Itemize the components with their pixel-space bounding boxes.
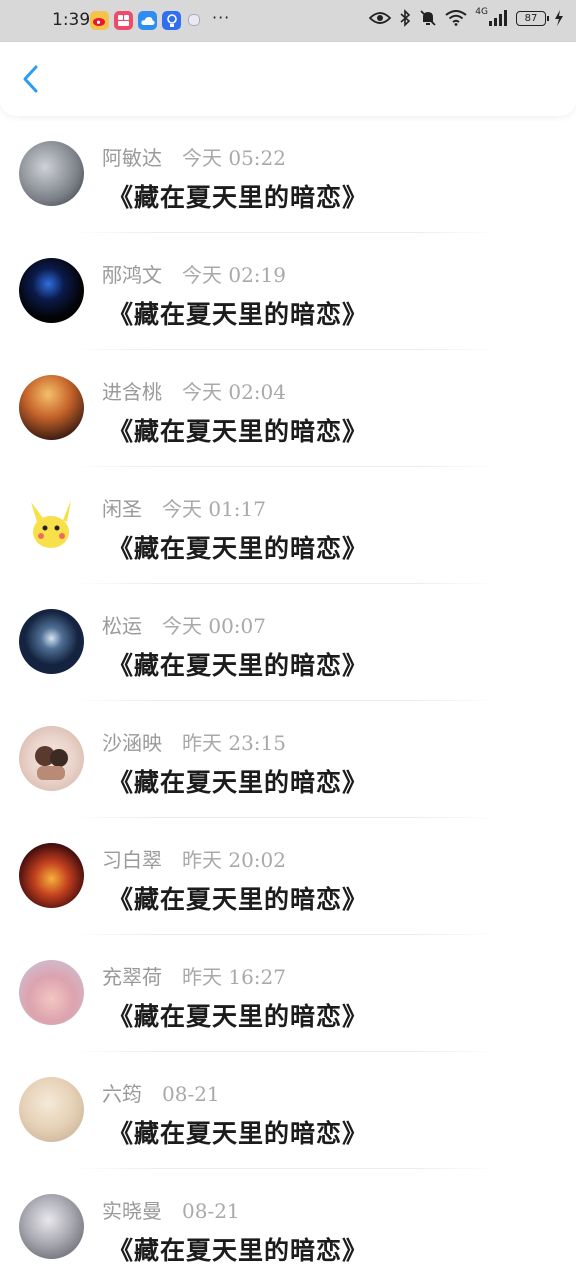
item-meta: 沙涵映 昨天 23:15 — [102, 727, 286, 756]
list-item[interactable]: 进含桃 今天 02:04 《藏在夏天里的暗恋》 — [0, 350, 576, 467]
item-meta: 邴鸿文 今天 02:19 — [102, 259, 286, 288]
item-meta: 松运 今天 00:07 — [102, 610, 266, 639]
list-item[interactable]: 松运 今天 00:07 《藏在夏天里的暗恋》 — [0, 584, 576, 701]
list-item[interactable]: 阿敏达 今天 05:22 《藏在夏天里的暗恋》 — [0, 116, 576, 233]
avatar — [19, 375, 84, 440]
wifi-icon — [445, 10, 467, 26]
item-time: 昨天 16:27 — [182, 965, 286, 989]
avatar — [19, 843, 84, 908]
item-time: 今天 05:22 — [182, 146, 286, 170]
chevron-left-icon — [23, 65, 38, 93]
list-item[interactable]: 沙涵映 昨天 23:15 《藏在夏天里的暗恋》 — [0, 701, 576, 818]
avatar — [19, 1194, 84, 1259]
item-time: 今天 02:04 — [182, 380, 286, 404]
list-item[interactable]: 充翠荷 昨天 16:27 《藏在夏天里的暗恋》 — [0, 935, 576, 1052]
item-meta: 习白翠 昨天 20:02 — [102, 844, 286, 873]
bell-muted-icon — [420, 10, 436, 26]
weibo-icon — [90, 11, 109, 30]
book-title: 《藏在夏天里的暗恋》 — [108, 183, 369, 212]
avatar — [19, 960, 84, 1025]
list-item[interactable]: 闲圣 今天 01:17 《藏在夏天里的暗恋》 — [0, 467, 576, 584]
status-right-group: 4G 87 — [369, 7, 564, 27]
item-meta: 进含桃 今天 02:04 — [102, 376, 286, 405]
user-name: 沙涵映 — [102, 731, 162, 755]
item-time: 08-21 — [182, 1199, 240, 1223]
avatar — [19, 1077, 84, 1142]
user-name: 闲圣 — [102, 497, 142, 521]
item-meta: 阿敏达 今天 05:22 — [102, 142, 286, 171]
book-title: 《藏在夏天里的暗恋》 — [108, 1236, 369, 1265]
user-name: 阿敏达 — [102, 146, 162, 170]
item-time: 今天 02:19 — [182, 263, 286, 287]
item-time: 昨天 20:02 — [182, 848, 286, 872]
book-title: 《藏在夏天里的暗恋》 — [108, 768, 369, 797]
list-item[interactable]: 实晓曼 08-21 《藏在夏天里的暗恋》 — [0, 1169, 576, 1286]
cloud-icon — [138, 11, 157, 30]
item-time: 今天 00:07 — [162, 614, 266, 638]
book-title: 《藏在夏天里的暗恋》 — [108, 1002, 369, 1031]
more-notifications-dots: ··· — [212, 8, 231, 27]
status-bar: 1:39 ··· 4G 87 — [0, 0, 576, 42]
lightbulb-icon — [162, 11, 181, 30]
list-item[interactable]: 六筠 08-21 《藏在夏天里的暗恋》 — [0, 1052, 576, 1169]
video-app-icon — [114, 11, 133, 30]
signal-icon — [489, 10, 507, 26]
item-time: 昨天 23:15 — [182, 731, 286, 755]
user-name: 实晓曼 — [102, 1199, 162, 1223]
charging-icon — [555, 10, 563, 26]
avatar — [19, 609, 84, 674]
avatar — [19, 492, 84, 557]
header-bar — [0, 42, 576, 116]
network-type-label: 4G — [475, 7, 488, 17]
list-item[interactable]: 习白翠 昨天 20:02 《藏在夏天里的暗恋》 — [0, 818, 576, 935]
pikachu-icon — [31, 500, 71, 548]
user-name: 松运 — [102, 614, 142, 638]
list-item[interactable]: 邴鸿文 今天 02:19 《藏在夏天里的暗恋》 — [0, 233, 576, 350]
book-title: 《藏在夏天里的暗恋》 — [108, 300, 369, 329]
item-meta: 充翠荷 昨天 16:27 — [102, 961, 286, 990]
user-name: 习白翠 — [102, 848, 162, 872]
avatar — [19, 726, 84, 791]
item-time: 08-21 — [162, 1082, 220, 1106]
book-title: 《藏在夏天里的暗恋》 — [108, 885, 369, 914]
battery-icon: 87 — [516, 10, 549, 26]
book-title: 《藏在夏天里的暗恋》 — [108, 417, 369, 446]
book-title: 《藏在夏天里的暗恋》 — [108, 1119, 369, 1148]
avatar — [19, 258, 84, 323]
item-meta: 六筠 08-21 — [102, 1078, 220, 1107]
user-name: 进含桃 — [102, 380, 162, 404]
back-button[interactable] — [18, 64, 46, 94]
book-title: 《藏在夏天里的暗恋》 — [108, 651, 369, 680]
avatar — [19, 141, 84, 206]
cartoon-couple-icon — [35, 746, 68, 780]
item-meta: 实晓曼 08-21 — [102, 1195, 240, 1224]
user-name: 邴鸿文 — [102, 263, 162, 287]
user-name: 充翠荷 — [102, 965, 162, 989]
user-name: 六筠 — [102, 1082, 142, 1106]
eye-icon — [369, 12, 392, 24]
item-time: 今天 01:17 — [162, 497, 266, 521]
small-app-icon — [188, 14, 200, 26]
status-time: 1:39 — [52, 10, 91, 30]
book-title: 《藏在夏天里的暗恋》 — [108, 534, 369, 563]
bluetooth-icon — [400, 9, 411, 27]
item-meta: 闲圣 今天 01:17 — [102, 493, 266, 522]
